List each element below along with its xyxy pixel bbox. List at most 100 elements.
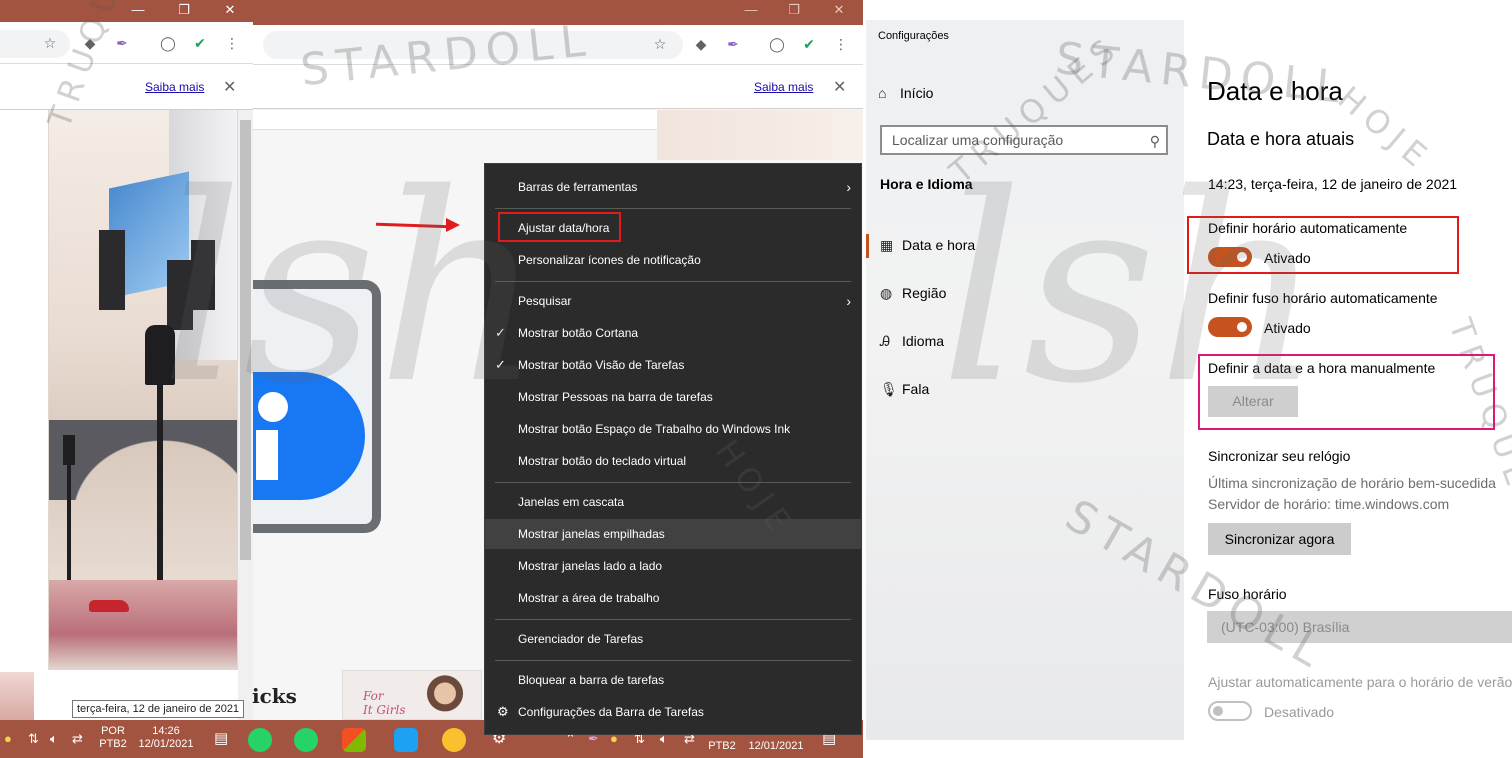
nav-item-language[interactable]: Ꭿ Idioma	[880, 329, 944, 353]
garden-shape	[49, 580, 237, 670]
minimize-icon[interactable]: —	[118, 0, 158, 22]
lamp-pole-shape	[157, 385, 163, 585]
tray-app-icon[interactable]: ●	[4, 731, 12, 747]
nav-item-date-time[interactable]: ▦ Data e hora	[880, 233, 975, 257]
menu-item-toolbars[interactable]: Barras de ferramentas ›	[485, 172, 861, 202]
menu-item-lock-taskbar[interactable]: Bloquear a barra de tarefas	[485, 665, 861, 695]
taskbar-clock[interactable]: 14:26 12/01/2021	[134, 725, 198, 751]
menu-item-show-cortana[interactable]: ✓ Mostrar botão Cortana	[485, 318, 861, 348]
info-logo-dot	[258, 392, 288, 422]
menu-item-show-side-by-side[interactable]: Mostrar janelas lado a lado	[485, 551, 861, 581]
photo-app-icon[interactable]	[394, 728, 418, 752]
left-infobar: Saiba mais ✕	[0, 64, 253, 110]
input-language-indicator[interactable]: POR PTB2	[96, 725, 130, 751]
check-icon: ✓	[495, 325, 506, 340]
chevron-right-icon: ›	[846, 179, 851, 195]
language-icon: Ꭿ	[880, 333, 891, 349]
shield-check-icon[interactable]: ✔	[190, 34, 210, 52]
partial-heading: icks	[252, 684, 297, 708]
infobar-close-icon[interactable]: ✕	[223, 77, 236, 97]
taskbar-context-menu: Barras de ferramentas › Ajustar data/hora…	[484, 163, 862, 735]
menu-item-show-desktop[interactable]: Mostrar a área de trabalho	[485, 583, 861, 613]
check-icon: ✓	[495, 357, 506, 372]
sync-now-button[interactable]: Sincronizar agora	[1208, 523, 1351, 555]
screenshot-root: — ❐ ✕ ☆ ◆ ✒ ◯ ✔ ⋮ Saiba mais ✕ — ❐ ✕ ☆ ◆…	[0, 0, 1512, 758]
browser-app-icon[interactable]	[442, 728, 466, 752]
feather-icon[interactable]: ✒	[723, 35, 743, 53]
close-icon[interactable]: ✕	[210, 0, 250, 22]
page-banner-right	[657, 110, 863, 160]
network-icon[interactable]: ⇅	[28, 731, 39, 747]
menu-separator	[495, 208, 851, 209]
menu-item-show-windows-ink[interactable]: Mostrar botão Espaço de Trabalho do Wind…	[485, 414, 861, 444]
menu-item-customize-notification-icons[interactable]: Personalizar ícones de notificação	[485, 245, 861, 275]
saiba-mais-link[interactable]: Saiba mais	[145, 80, 204, 94]
menu-item-show-touch-keyboard[interactable]: Mostrar botão do teclado virtual	[485, 446, 861, 476]
home-icon: ⌂	[878, 85, 887, 101]
current-datetime: 14:23, terça-feira, 12 de janeiro de 202…	[1208, 176, 1458, 192]
red-highlight-box	[498, 212, 621, 242]
menu-item-cascade-windows[interactable]: Janelas em cascata	[485, 487, 861, 517]
extension-icon[interactable]: ◆	[691, 35, 711, 53]
more-menu-icon[interactable]: ⋮	[831, 35, 851, 53]
star-icon[interactable]: ☆	[40, 34, 60, 52]
middle-infobar: Saiba mais ✕	[253, 65, 863, 109]
left-titlebar: — ❐ ✕	[0, 0, 253, 22]
phone-app-icon[interactable]	[248, 728, 272, 752]
middle-titlebar: — ❐ ✕	[253, 0, 863, 25]
illustration-image	[48, 110, 238, 670]
thumbnail-image	[0, 672, 34, 720]
volume-icon[interactable]: 🔈︎	[50, 731, 58, 747]
middle-address-bar[interactable]	[263, 31, 683, 59]
left-scrollbar-thumb[interactable]	[240, 120, 251, 560]
nav-item-speech[interactable]: 🎙︎ Fala	[880, 377, 929, 401]
arrows-icon[interactable]: ⇄	[72, 731, 83, 747]
red-highlight-box	[1187, 216, 1459, 274]
red-arrow-head-annotation	[446, 218, 460, 232]
menu-item-task-manager[interactable]: Gerenciador de Tarefas	[485, 624, 861, 654]
taskbar-date[interactable]: 12/01/2021	[744, 740, 808, 753]
input-language-indicator[interactable]: PTB2	[702, 740, 742, 753]
saiba-mais-link[interactable]: Saiba mais	[754, 80, 813, 94]
star-icon[interactable]: ☆	[650, 35, 670, 53]
restore-icon[interactable]: ❐	[164, 0, 204, 22]
auto-timezone-label: Definir fuso horário automaticamente	[1208, 290, 1438, 306]
menu-item-search[interactable]: Pesquisar ›	[485, 286, 861, 316]
store-icon[interactable]	[342, 728, 366, 752]
timezone-select[interactable]: (UTC-03:00) Brasília	[1207, 611, 1512, 643]
chevron-right-icon: ›	[846, 293, 851, 309]
notifications-icon[interactable]: ▤	[214, 731, 228, 747]
pink-highlight-box	[1198, 354, 1495, 430]
nav-item-region[interactable]: ◍ Região	[880, 281, 946, 305]
dst-toggle[interactable]	[1208, 701, 1252, 721]
menu-item-show-task-view[interactable]: ✓ Mostrar botão Visão de Tarefas	[485, 350, 861, 380]
profile-icon[interactable]: ◯	[158, 34, 178, 52]
shield-check-icon[interactable]: ✔	[799, 35, 819, 53]
profile-icon[interactable]: ◯	[767, 35, 787, 53]
whatsapp-icon[interactable]	[294, 728, 318, 752]
menu-item-show-stacked-windows[interactable]: Mostrar janelas empilhadas	[485, 519, 861, 549]
menu-item-show-people[interactable]: Mostrar Pessoas na barra de tarefas	[485, 382, 861, 412]
restore-icon[interactable]: ❐	[774, 0, 814, 22]
auto-timezone-state: Ativado	[1264, 320, 1311, 336]
dst-label: Ajustar automaticamente para o horário d…	[1208, 674, 1512, 690]
extension-icon[interactable]: ◆	[80, 34, 100, 52]
auto-timezone-toggle[interactable]	[1208, 317, 1252, 337]
nav-item-home[interactable]: ⌂ Início	[878, 81, 933, 105]
minimize-icon[interactable]: —	[731, 0, 771, 22]
menu-separator	[495, 619, 851, 620]
close-icon[interactable]: ✕	[819, 0, 859, 22]
menu-item-taskbar-settings[interactable]: ⚙ Configurações da Barra de Tarefas	[485, 697, 861, 727]
infobar-close-icon[interactable]: ✕	[833, 77, 846, 97]
settings-search-input[interactable]: Localizar uma configuração ⚲	[880, 125, 1168, 155]
page-title: Data e hora	[1207, 76, 1343, 106]
lamp-shape	[145, 325, 175, 385]
feather-icon[interactable]: ✒	[112, 34, 132, 52]
for-it-girls-thumbnail[interactable]: For It Girls	[342, 670, 482, 720]
more-menu-icon[interactable]: ⋮	[222, 34, 242, 52]
calendar-clock-icon: ▦	[880, 237, 894, 253]
page-header-strip	[253, 110, 657, 130]
bridge-shape	[49, 420, 237, 500]
gear-icon: ⚙	[497, 704, 509, 719]
flag-shape	[99, 230, 125, 310]
